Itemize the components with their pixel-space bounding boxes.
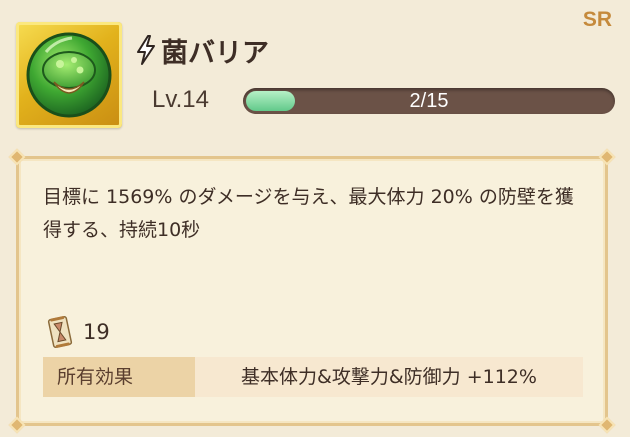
skill-name-row: 菌バリア <box>135 32 269 69</box>
skill-icon-frame[interactable] <box>16 22 122 128</box>
owned-effect-row: 所有効果 基本体力&攻撃力&防御力 +112% <box>43 357 583 397</box>
lightning-bolt-icon <box>137 35 155 65</box>
rarity-badge: SR <box>582 8 612 31</box>
skill-name: 菌バリア <box>161 37 269 69</box>
description-panel: 目標に 1569% のダメージを与え、最大体力 20% の防壁を獲得する、持続1… <box>8 148 616 434</box>
scroll-count: 19 <box>83 320 110 344</box>
owned-effect-label: 所有効果 <box>43 357 195 397</box>
panel-corner-ornament <box>598 416 616 434</box>
level-progress-bar: 2/15 <box>243 88 615 114</box>
skill-card: SR 菌バリア Lv.14 2/15 目標に 1569% のダメージを与え、最大… <box>0 0 630 437</box>
panel-corner-ornament <box>8 148 26 166</box>
skill-description: 目標に 1569% のダメージを与え、最大体力 20% の防壁を獲得する、持続1… <box>43 186 574 241</box>
scroll-hourglass-icon <box>47 316 73 348</box>
panel-corner-ornament <box>598 148 616 166</box>
scroll-count-row: 19 <box>47 315 110 349</box>
panel-corner-ornament <box>8 416 26 434</box>
green-mushroom-shield-icon <box>26 32 112 118</box>
progress-text: 2/15 <box>409 90 449 112</box>
skill-level: Lv.14 <box>152 86 209 113</box>
owned-effect-value: 基本体力&攻撃力&防御力 +112% <box>195 357 583 397</box>
